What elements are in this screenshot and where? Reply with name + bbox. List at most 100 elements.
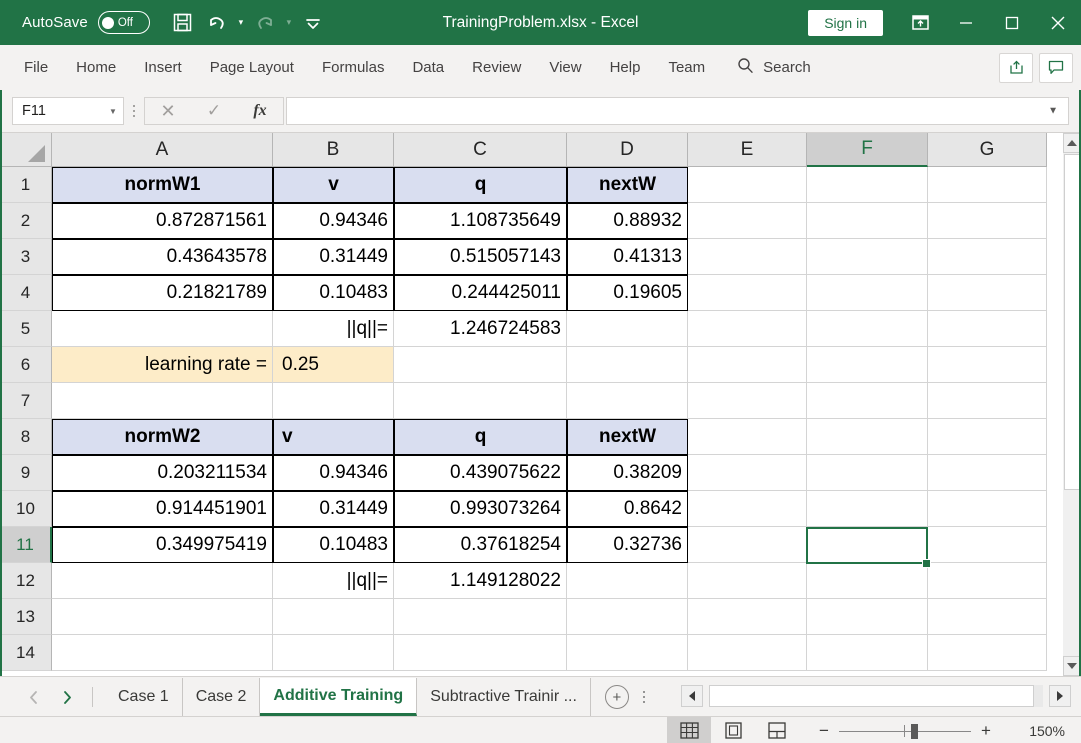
row-header-13[interactable]: 13 xyxy=(0,599,52,635)
page-layout-view-icon[interactable] xyxy=(711,717,755,743)
cell-E6[interactable] xyxy=(688,347,807,383)
cell-A5[interactable] xyxy=(52,311,273,347)
cell-G9[interactable] xyxy=(928,455,1047,491)
cell-C7[interactable] xyxy=(394,383,567,419)
chevron-down-icon[interactable]: ▼ xyxy=(1048,106,1058,117)
formula-input[interactable]: ▼ xyxy=(286,97,1069,125)
ribbon-tab-formulas[interactable]: Formulas xyxy=(308,45,399,90)
cell-C8[interactable]: q xyxy=(394,419,567,455)
row-header-3[interactable]: 3 xyxy=(0,239,52,275)
cell-B14[interactable] xyxy=(273,635,394,671)
cell-B13[interactable] xyxy=(273,599,394,635)
cell-B8[interactable]: v xyxy=(273,419,394,455)
column-header-e[interactable]: E xyxy=(688,133,807,167)
comments-icon[interactable] xyxy=(1039,52,1073,83)
cell-B11[interactable]: 0.10483 xyxy=(273,527,394,563)
row-header-8[interactable]: 8 xyxy=(0,419,52,455)
cell-A11[interactable]: 0.349975419 xyxy=(52,527,273,563)
cell-C12[interactable]: 1.149128022 xyxy=(394,563,567,599)
cell-D10[interactable]: 0.8642 xyxy=(567,491,688,527)
row-header-4[interactable]: 4 xyxy=(0,275,52,311)
share-icon[interactable] xyxy=(999,52,1033,83)
cell-C4[interactable]: 0.244425011 xyxy=(394,275,567,311)
ribbon-tab-team[interactable]: Team xyxy=(654,45,719,90)
horizontal-scroll-track[interactable] xyxy=(709,685,1043,707)
cell-F11[interactable] xyxy=(807,527,928,563)
cell-D5[interactable] xyxy=(567,311,688,347)
cell-B4[interactable]: 0.10483 xyxy=(273,275,394,311)
autosave-toggle[interactable]: Off xyxy=(97,11,150,34)
cell-F14[interactable] xyxy=(807,635,928,671)
cell-G7[interactable] xyxy=(928,383,1047,419)
row-header-9[interactable]: 9 xyxy=(0,455,52,491)
ribbon-tab-file[interactable]: File xyxy=(10,45,62,90)
cell-A7[interactable] xyxy=(52,383,273,419)
cell-F8[interactable] xyxy=(807,419,928,455)
cell-E3[interactable] xyxy=(688,239,807,275)
column-header-g[interactable]: G xyxy=(928,133,1047,167)
cell-B3[interactable]: 0.31449 xyxy=(273,239,394,275)
cancel-icon[interactable]: ✕ xyxy=(145,98,191,124)
close-icon[interactable] xyxy=(1035,0,1081,45)
name-box[interactable]: F11 ▼ xyxy=(12,97,124,125)
cell-F6[interactable] xyxy=(807,347,928,383)
chevron-down-icon[interactable]: ▼ xyxy=(103,107,123,116)
sheet-tab-subtractive-training[interactable]: Subtractive Trainir ... xyxy=(417,678,591,716)
cell-B2[interactable]: 0.94346 xyxy=(273,203,394,239)
cell-D1[interactable]: nextW xyxy=(567,167,688,203)
ribbon-display-options-icon[interactable] xyxy=(897,0,943,45)
row-header-6[interactable]: 6 xyxy=(0,347,52,383)
sheet-tab-case-2[interactable]: Case 2 xyxy=(183,678,261,716)
row-header-11[interactable]: 11 xyxy=(0,527,52,563)
column-header-d[interactable]: D xyxy=(567,133,688,167)
cell-E5[interactable] xyxy=(688,311,807,347)
zoom-out-button[interactable]: − xyxy=(811,721,837,741)
cell-F12[interactable] xyxy=(807,563,928,599)
cell-G8[interactable] xyxy=(928,419,1047,455)
cell-A2[interactable]: 0.872871561 xyxy=(52,203,273,239)
customize-quick-access-toolbar-icon[interactable] xyxy=(296,8,330,38)
undo-dropdown-icon[interactable]: ▾ xyxy=(234,8,248,38)
cell-D7[interactable] xyxy=(567,383,688,419)
cell-A13[interactable] xyxy=(52,599,273,635)
cell-F9[interactable] xyxy=(807,455,928,491)
cell-A10[interactable]: 0.914451901 xyxy=(52,491,273,527)
ribbon-tab-data[interactable]: Data xyxy=(398,45,458,90)
cell-E10[interactable] xyxy=(688,491,807,527)
column-header-b[interactable]: B xyxy=(273,133,394,167)
page-break-preview-icon[interactable] xyxy=(755,717,799,743)
cell-B1[interactable]: v xyxy=(273,167,394,203)
cell-E4[interactable] xyxy=(688,275,807,311)
cell-D2[interactable]: 0.88932 xyxy=(567,203,688,239)
cell-F5[interactable] xyxy=(807,311,928,347)
cell-C13[interactable] xyxy=(394,599,567,635)
cell-E2[interactable] xyxy=(688,203,807,239)
cell-D11[interactable]: 0.32736 xyxy=(567,527,688,563)
cell-G4[interactable] xyxy=(928,275,1047,311)
row-header-2[interactable]: 2 xyxy=(0,203,52,239)
formula-bar-drag-handle[interactable] xyxy=(126,97,142,125)
zoom-in-button[interactable]: + xyxy=(973,721,999,741)
save-icon[interactable] xyxy=(166,8,200,38)
maximize-icon[interactable] xyxy=(989,0,1035,45)
cell-G14[interactable] xyxy=(928,635,1047,671)
sign-in-button[interactable]: Sign in xyxy=(808,9,883,36)
insert-function-icon[interactable]: fx xyxy=(237,98,283,124)
cell-D13[interactable] xyxy=(567,599,688,635)
cell-G12[interactable] xyxy=(928,563,1047,599)
cell-F2[interactable] xyxy=(807,203,928,239)
zoom-slider-thumb[interactable] xyxy=(911,723,918,739)
row-header-1[interactable]: 1 xyxy=(0,167,52,203)
cell-G1[interactable] xyxy=(928,167,1047,203)
cell-G10[interactable] xyxy=(928,491,1047,527)
cell-D4[interactable]: 0.19605 xyxy=(567,275,688,311)
cell-E1[interactable] xyxy=(688,167,807,203)
row-header-14[interactable]: 14 xyxy=(0,635,52,671)
scroll-right-icon[interactable] xyxy=(1049,685,1071,707)
cell-C2[interactable]: 1.108735649 xyxy=(394,203,567,239)
cell-C5[interactable]: 1.246724583 xyxy=(394,311,567,347)
cell-A12[interactable] xyxy=(52,563,273,599)
cell-B5[interactable]: ||q||= xyxy=(273,311,394,347)
cell-F1[interactable] xyxy=(807,167,928,203)
cell-G5[interactable] xyxy=(928,311,1047,347)
